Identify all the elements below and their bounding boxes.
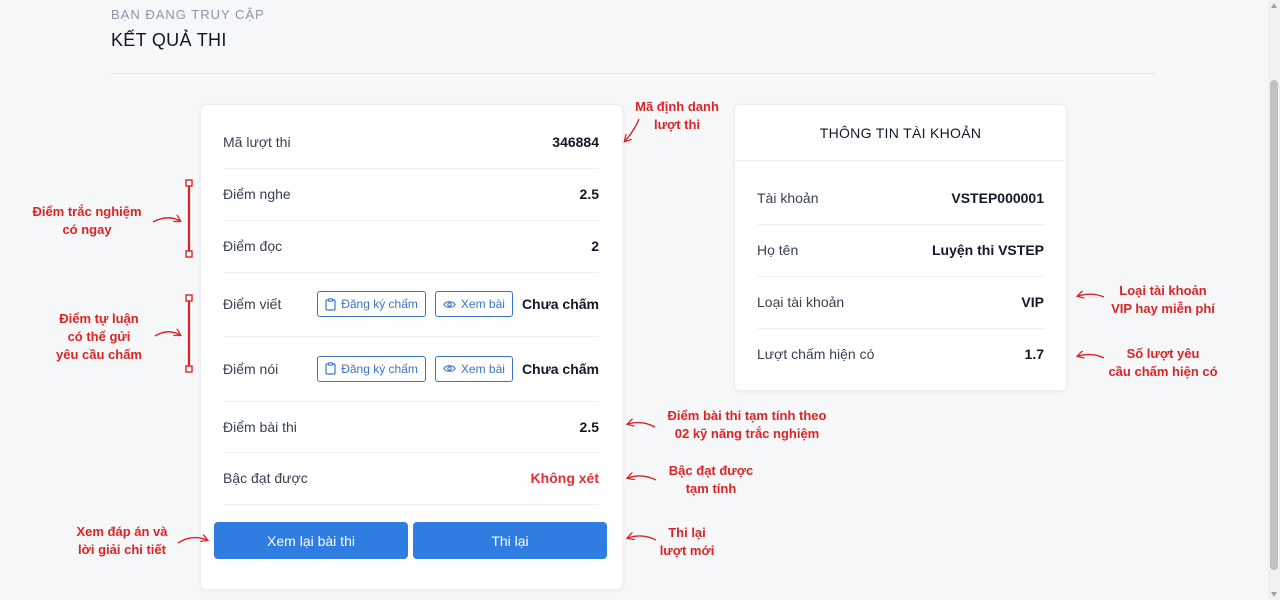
review-exam-button[interactable]: Xem lại bài thi [214,522,408,559]
account-type-label: Loại tài khoản [757,294,845,310]
username-label: Tài khoản [757,190,819,206]
attempt-id-row: Mã lượt thi 346884 [223,115,599,169]
register-grading-label: Đăng ký chấm [341,361,418,376]
account-type-row: Loại tài khoản VIP [757,276,1044,329]
speaking-actions: Đăng ký chấm Xem bài Chưa chấm [317,355,599,382]
page-scrollbar[interactable] [1268,0,1280,600]
writing-score-row: Điểm viết Đăng ký chấm Xem bài Chưa chấm [223,272,599,337]
level-row: Bậc đạt được Không xét [223,452,599,505]
grading-credits-value: 1.7 [1024,346,1044,362]
register-grading-writing-button[interactable]: Đăng ký chấm [317,291,426,317]
breadcrumb: BẠN ĐANG TRUY CẬP [111,7,265,22]
arrow-mcq [152,218,180,223]
annotation-account-type: Loại tài khoản VIP hay miễn phí [1111,283,1215,316]
annotation-credits: Số lượt yêu cầu chấm hiện có [1108,346,1218,379]
reading-score: 2 [591,238,599,254]
register-grading-label: Đăng ký chấm [341,297,418,311]
arrow-level [628,476,657,481]
total-label: Điểm bài thi [223,418,297,435]
page-title: KẾT QUẢ THI [111,30,227,50]
view-writing-button[interactable]: Xem bài [434,291,513,317]
view-label: Xem bài [460,297,505,311]
eye-icon [443,300,456,308]
reading-label: Điểm đọc [223,238,283,254]
level-value: Không xét [530,470,599,486]
listening-score-row: Điểm nghe 2.5 [223,168,599,221]
grading-credits-row: Lượt chấm hiện có 1.7 [757,328,1044,380]
scroll-up-icon[interactable] [1271,3,1277,8]
scroll-down-icon[interactable] [1271,592,1277,597]
attempt-id-value: 346884 [552,133,599,150]
annotation-temp-total: Điểm bài thi tạm tính theo 02 kỹ năng trắ… [667,408,827,441]
account-type-value: VIP [1021,294,1044,310]
view-label: Xem bài [460,361,505,376]
annotation-temp-level: Bậc đạt được tạm tính [668,463,754,496]
header-divider [111,73,1156,74]
retake-exam-button[interactable]: Thi lại [413,522,607,559]
exam-result-card: Mã lượt thi 346884 Điểm nghe 2.5 Điểm đọ… [200,104,623,590]
annotation-arrows [152,118,1105,544]
level-label: Bậc đạt được [223,470,308,486]
view-speaking-button[interactable]: Xem bài [434,355,513,382]
annotation-attempt-id: Mã định danh lượt thi [635,99,719,132]
mcq-bracket-bottom [185,250,193,258]
fullname-label: Họ tên [757,242,799,258]
arrow-essay [154,332,180,337]
speaking-status: Chưa chấm [521,360,599,377]
username-value: VSTEP000001 [951,190,1044,206]
mcq-bracket-top [185,179,193,187]
clipboard-icon [325,362,336,375]
essay-bracket-bottom [185,365,193,373]
grading-credits-label: Lượt chấm hiện có [757,346,875,362]
annotation-mcq-scores: Điểm trắc nghiệm có ngay [32,204,142,237]
scrollbar-thumb[interactable] [1270,80,1278,570]
fullname-value: Luyện thi VSTEP [931,242,1044,258]
listening-label: Điểm nghe [223,186,291,202]
total-score: 2.5 [579,418,599,435]
register-grading-speaking-button[interactable]: Đăng ký chấm [317,355,426,382]
speaking-label: Điểm nói [223,360,279,377]
account-card-title: THÔNG TIN TÀI KHOẢN [735,105,1066,161]
writing-actions: Đăng ký chấm Xem bài Chưa chấm [317,291,599,317]
annotation-essay-scores: Điểm tự luận có thể gửi yêu cầu chấm [56,311,142,362]
total-score-row: Điểm bài thi 2.5 [223,401,599,453]
reading-score-row: Điểm đọc 2 [223,220,599,273]
account-info-card: THÔNG TIN TÀI KHOẢN Tài khoản VSTEP00000… [734,104,1067,391]
listening-score: 2.5 [579,186,599,202]
clipboard-icon [325,297,336,311]
arrow-total [628,423,656,428]
account-username-row: Tài khoản VSTEP000001 [757,172,1044,225]
account-fullname-row: Họ tên Luyện thi VSTEP [757,224,1044,277]
annotation-review: Xem đáp án và lời giải chi tiết [76,524,168,557]
essay-bracket-top [185,294,193,302]
writing-label: Điểm viết [223,296,282,312]
annotation-retake: Thi lại lượt mới [659,525,715,558]
attempt-id-label: Mã lượt thi [223,133,291,150]
writing-status: Chưa chấm [521,296,599,312]
eye-icon [443,365,456,372]
speaking-score-row: Điểm nói Đăng ký chấm Xem bài Chưa chấm [223,336,599,402]
